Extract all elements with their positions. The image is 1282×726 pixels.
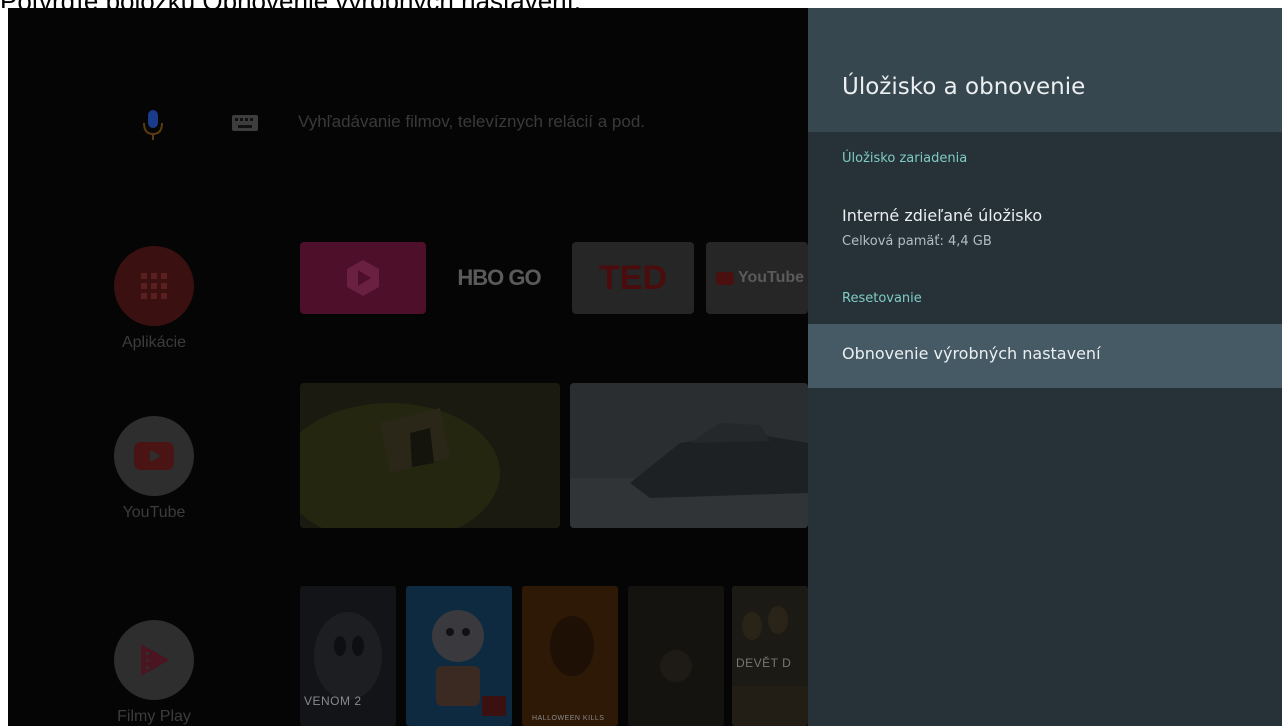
search-placeholder: Vyhľadávanie filmov, televíznych relácií… bbox=[298, 112, 646, 131]
sidebar-item-label: Aplikácie bbox=[121, 334, 187, 351]
item-subtitle: Celková pamäť: 4,4 GB bbox=[842, 234, 992, 249]
movie-poster bbox=[628, 586, 724, 726]
tile-label: YouTube bbox=[706, 242, 808, 314]
movie-poster: HALLOWEEN KILLS bbox=[522, 586, 618, 726]
play-movies-icon bbox=[114, 620, 194, 700]
app-tile-ted: TED bbox=[572, 242, 694, 314]
section-header-device-storage: Úložisko zariadenia bbox=[842, 151, 968, 166]
settings-panel: Úložisko a obnovenie Úložisko zariadenia… bbox=[808, 8, 1282, 726]
poster-title: VENOM 2 bbox=[304, 694, 362, 708]
item-title: Obnovenie výrobných nastavení bbox=[842, 344, 1101, 363]
poster-title: DEVĚT D bbox=[736, 656, 792, 670]
microphone-icon bbox=[140, 108, 166, 142]
sidebar-item-play-movies: Filmy Play bbox=[112, 620, 196, 726]
apps-grid-icon bbox=[114, 246, 194, 326]
youtube-logo-icon bbox=[716, 271, 734, 285]
movie-poster: VENOM 2 bbox=[300, 586, 396, 726]
movie-poster bbox=[406, 586, 512, 726]
tile-label-text: YouTube bbox=[738, 269, 805, 286]
sidebar-item-apps: Aplikácie bbox=[112, 246, 196, 352]
section-header-reset: Resetovanie bbox=[842, 291, 922, 306]
menu-item-factory-reset[interactable]: Obnovenie výrobných nastavení bbox=[808, 324, 1282, 388]
tile-label: TED bbox=[599, 258, 667, 297]
app-tile-play bbox=[300, 242, 426, 314]
sidebar-item-label: YouTube bbox=[122, 504, 186, 521]
app-tile-hbo-go: HBO GO bbox=[436, 242, 562, 314]
sidebar-item-label: Filmy Play bbox=[117, 708, 191, 725]
instruction-caption: Potvrďte položku Obnovenie výrobných nas… bbox=[0, 0, 1282, 8]
youtube-icon bbox=[114, 416, 194, 496]
tile-label: HBO GO bbox=[457, 265, 541, 290]
app-tile-youtube: YouTube bbox=[706, 242, 808, 314]
panel-header: Úložisko a obnovenie bbox=[808, 8, 1282, 132]
movie-poster: DEVĚT D bbox=[732, 586, 808, 726]
item-title: Interné zdieľané úložisko bbox=[842, 206, 1043, 225]
poster-title: HALLOWEEN KILLS bbox=[532, 715, 605, 722]
content-tile-forest bbox=[300, 383, 560, 528]
content-tile-ship bbox=[570, 383, 808, 528]
play-icon bbox=[300, 242, 426, 314]
tv-screen: Vyhľadávanie filmov, televíznych relácií… bbox=[8, 8, 1282, 726]
panel-title: Úložisko a obnovenie bbox=[842, 74, 1086, 100]
menu-item-internal-storage[interactable]: Interné zdieľané úložisko Celková pamäť:… bbox=[808, 196, 1282, 266]
sidebar-item-youtube: YouTube bbox=[112, 416, 196, 522]
keyboard-icon bbox=[230, 112, 260, 134]
launcher-background: Vyhľadávanie filmov, televíznych relácií… bbox=[8, 8, 808, 726]
